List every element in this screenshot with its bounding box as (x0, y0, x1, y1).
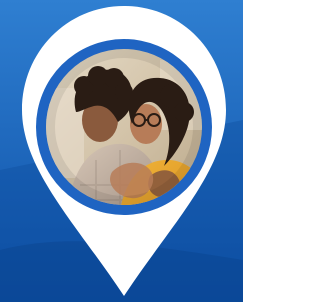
map-pin-icon (22, 6, 226, 296)
